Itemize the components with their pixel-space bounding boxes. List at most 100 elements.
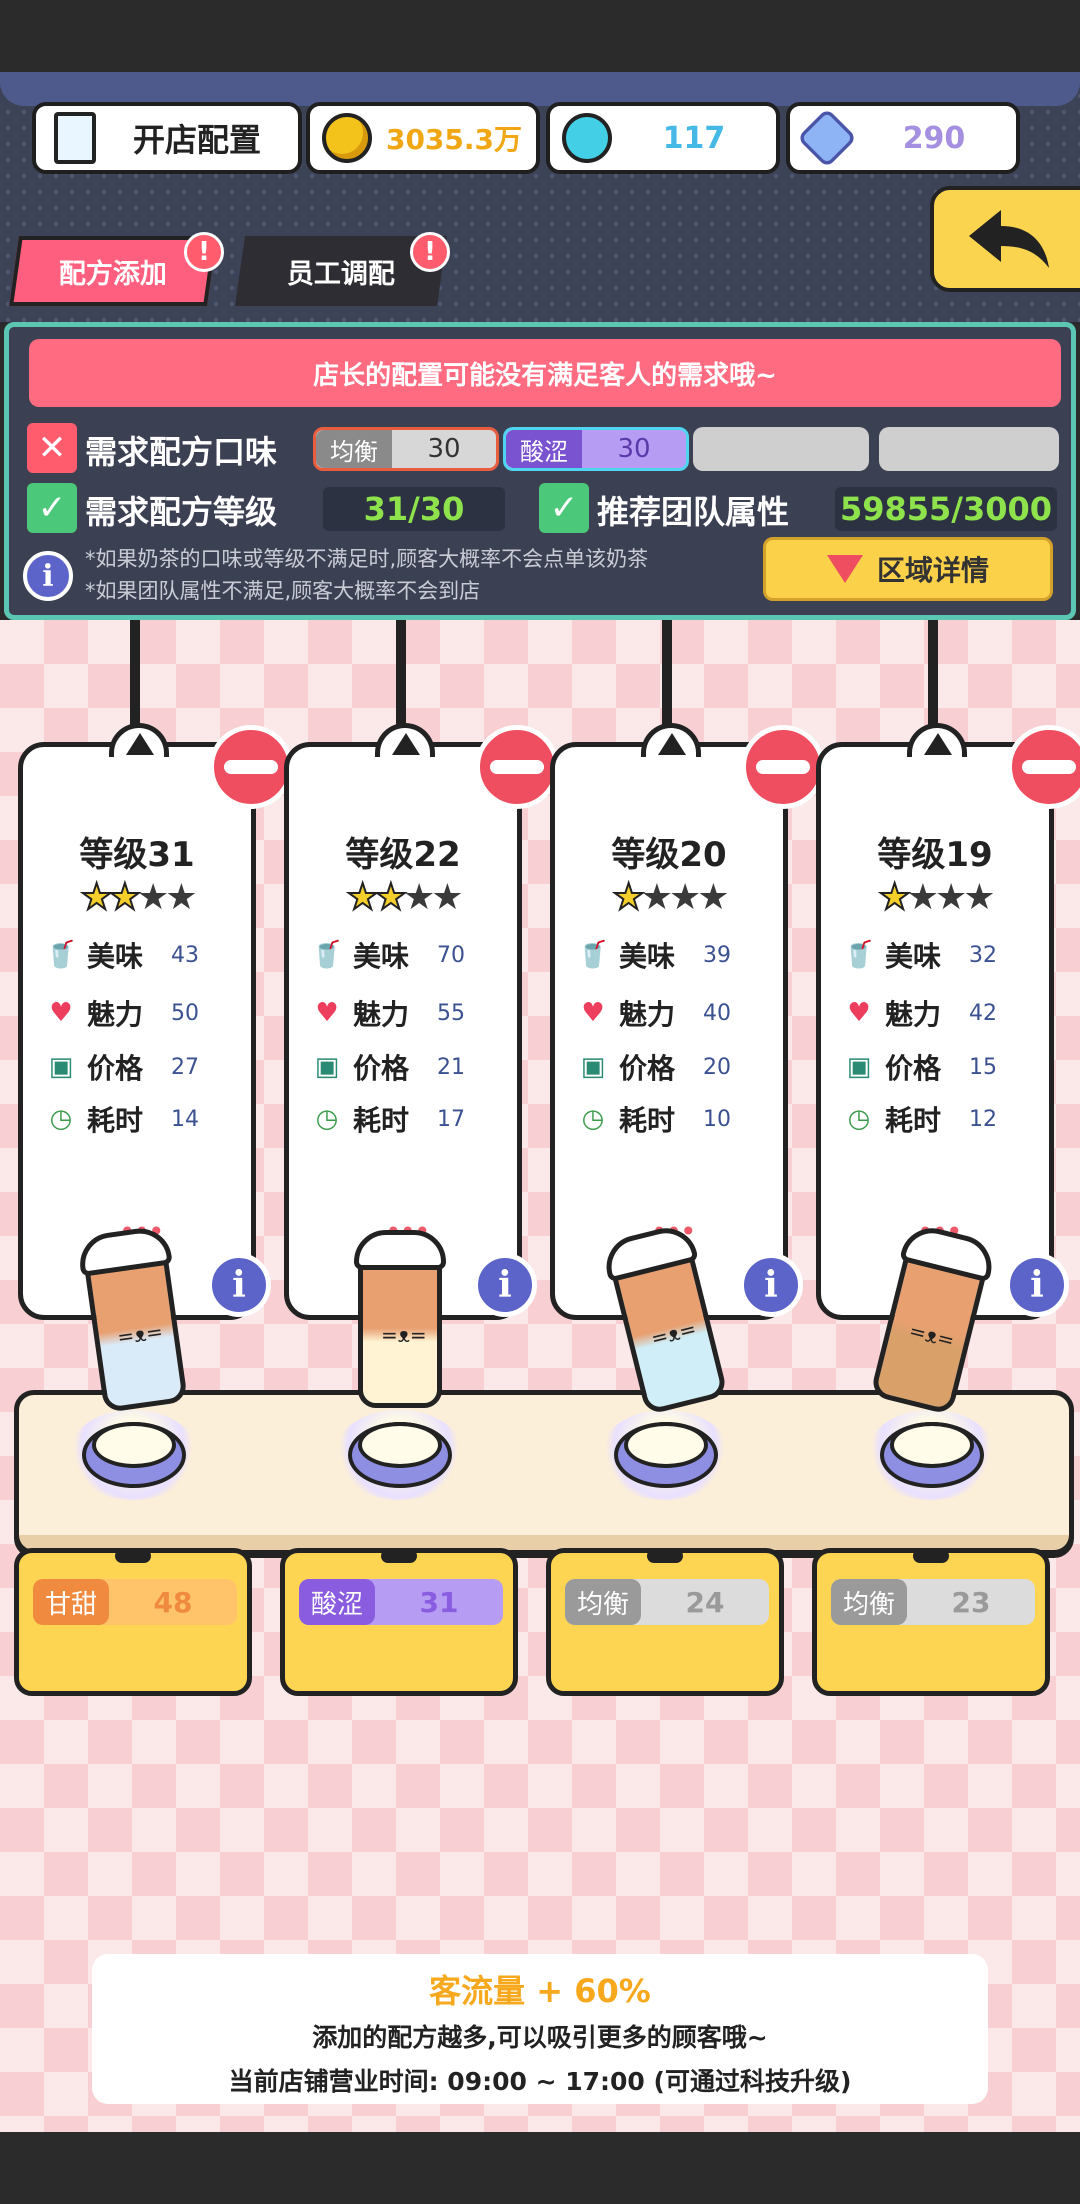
warning-banner: 店长的配置可能没有满足客人的需求哦~ <box>29 339 1061 407</box>
time-icon: ◷ <box>49 1104 73 1134</box>
triangle-icon <box>126 733 154 755</box>
flavor-slot-2[interactable]: 酸涩 30 <box>503 427 689 471</box>
triangle-icon <box>658 733 686 755</box>
taste-icon: 🥤 <box>44 940 78 970</box>
stat-charm: ♥ 魅力 50 <box>45 993 245 1033</box>
hanging-rope <box>662 620 672 730</box>
stat-price-value: 21 <box>437 1054 465 1080</box>
document-icon <box>54 112 96 164</box>
hanging-rope <box>396 620 406 730</box>
star-icon: ★ <box>403 877 435 918</box>
tray-notch <box>647 1549 683 1563</box>
flavor-tray[interactable]: 均衡 24 <box>546 1548 784 1696</box>
cup-pedestal <box>82 1422 186 1488</box>
hanging-rope <box>928 620 938 730</box>
milk-tea-cup[interactable]: =ᴥ= <box>354 1230 446 1408</box>
cat-face-icon: =ᴥ= <box>648 1316 699 1351</box>
recipe-level: 等级19 <box>877 835 993 875</box>
recipe-info-button[interactable]: i <box>739 1253 803 1317</box>
level-met-icon: ✓ <box>27 483 77 533</box>
cat-face-icon: =ᴥ= <box>115 1319 165 1350</box>
stat-price: ▣ 价格 27 <box>45 1047 245 1087</box>
flavor-value: 24 <box>685 1585 725 1619</box>
back-button[interactable] <box>930 186 1080 292</box>
recipe-info-button[interactable]: i <box>207 1253 271 1317</box>
stat-price-label: 价格 <box>885 1052 942 1085</box>
flavor-slot-3-empty[interactable] <box>693 427 869 471</box>
charm-icon: ♥ <box>315 998 339 1028</box>
flavor-slot-1-value: 30 <box>427 434 461 464</box>
stat-taste-label: 美味 <box>353 940 410 973</box>
tab-staff-alert-badge: ! <box>410 232 450 272</box>
potion-pill[interactable]: 117 <box>546 102 780 174</box>
time-icon: ◷ <box>847 1104 871 1134</box>
flavor-slot-2-tag: 酸涩 <box>506 430 582 468</box>
flavor-requirement-label: 需求配方口味 <box>85 433 278 471</box>
star-rating: ★★★★ <box>555 876 783 919</box>
stat-taste-value: 39 <box>703 942 731 968</box>
flavor-tray[interactable]: 均衡 23 <box>812 1548 1050 1696</box>
charm-icon: ♥ <box>847 998 871 1028</box>
gem-pill[interactable]: 290 <box>786 102 1020 174</box>
stat-charm: ♥ 魅力 55 <box>311 993 511 1033</box>
recipe-info-button[interactable]: i <box>1005 1253 1069 1317</box>
remove-recipe-button[interactable] <box>209 725 293 809</box>
star-icon: ★ <box>877 876 911 919</box>
navigation-bar <box>0 2132 1080 2204</box>
flavor-tray[interactable]: 酸涩 31 <box>280 1548 518 1696</box>
business-hours: 当前店铺营业时间: 09:00 ~ 17:00 (可通过科技升级) <box>228 2067 852 2096</box>
region-details-label: 区域详情 <box>876 554 989 587</box>
gold-pill[interactable]: 3035.3万 <box>306 102 540 174</box>
triangle-icon <box>924 733 952 755</box>
remove-recipe-button[interactable] <box>475 725 559 809</box>
flavor-tag: 均衡 <box>831 1579 908 1625</box>
shop-config-label: 开店配置 <box>132 121 261 159</box>
remove-recipe-button[interactable] <box>741 725 825 809</box>
flavor-tag: 均衡 <box>565 1579 642 1625</box>
potion-amount: 117 <box>662 120 726 156</box>
flavor-tag: 甘甜 <box>33 1579 110 1625</box>
star-icon: ★ <box>345 876 379 919</box>
status-bar <box>0 0 1080 72</box>
triangle-icon <box>392 733 420 755</box>
tray-notch <box>913 1549 949 1563</box>
stat-time: ◷ 耗时 14 <box>45 1099 245 1139</box>
stat-charm-label: 魅力 <box>353 998 410 1031</box>
stat-price-value: 20 <box>703 1054 731 1080</box>
recipe-level: 等级22 <box>345 835 461 875</box>
stat-charm-value: 40 <box>703 1000 731 1026</box>
level-requirement-label: 需求配方等级 <box>85 493 278 531</box>
stat-taste-value: 43 <box>171 942 199 968</box>
flavor-slot-1[interactable]: 均衡 30 <box>313 427 499 471</box>
info-icon[interactable]: i <box>23 551 73 601</box>
stat-charm-value: 55 <box>437 1000 465 1026</box>
stat-price-label: 价格 <box>353 1052 410 1085</box>
flavor-value: 23 <box>951 1585 991 1619</box>
region-details-button[interactable]: 区域详情 <box>763 537 1053 601</box>
team-attribute-label: 推荐团队属性 <box>597 493 790 531</box>
star-icon: ★ <box>108 876 142 919</box>
taste-icon: 🥤 <box>842 940 876 970</box>
cup-lid <box>354 1230 446 1270</box>
taste-icon: 🥤 <box>310 940 344 970</box>
flavor-tray[interactable]: 甘甜 48 <box>14 1548 252 1696</box>
recipe-info-button[interactable]: i <box>473 1253 537 1317</box>
stat-taste-value: 32 <box>969 942 997 968</box>
stat-price: ▣ 价格 20 <box>577 1047 777 1087</box>
cat-face-icon: =ᴥ= <box>906 1318 957 1353</box>
flavor-badge: 酸涩 31 <box>299 1579 503 1625</box>
flavor-unmet-icon: ✕ <box>27 423 77 473</box>
taste-icon: 🥤 <box>576 940 610 970</box>
stat-time-value: 14 <box>171 1106 199 1132</box>
stat-price: ▣ 价格 21 <box>311 1047 511 1087</box>
price-icon: ▣ <box>846 1052 872 1082</box>
stat-time: ◷ 耗时 17 <box>311 1099 511 1139</box>
star-icon: ★ <box>669 877 701 918</box>
shop-config-pill[interactable]: 开店配置 <box>32 102 302 174</box>
star-icon: ★ <box>697 877 729 918</box>
flavor-badge: 甘甜 48 <box>33 1579 237 1625</box>
price-icon: ▣ <box>580 1052 606 1082</box>
flavor-slot-4-empty[interactable] <box>879 427 1059 471</box>
cup-pedestal <box>348 1422 452 1488</box>
remove-recipe-button[interactable] <box>1007 725 1080 809</box>
